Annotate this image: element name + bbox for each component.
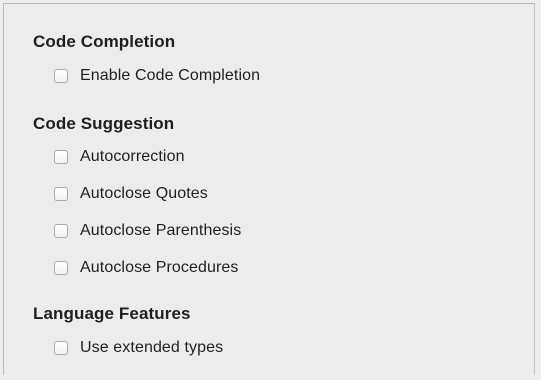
- option-autocorrection[interactable]: Autocorrection: [54, 147, 185, 167]
- option-enable-code-completion[interactable]: Enable Code Completion: [54, 66, 260, 86]
- use-extended-types-checkbox[interactable]: [54, 341, 68, 355]
- preferences-panel: Code Completion Enable Code Completion C…: [3, 3, 535, 375]
- autoclose-procedures-checkbox[interactable]: [54, 261, 68, 275]
- option-label: Autoclose Procedures: [80, 259, 239, 276]
- option-autoclose-procedures[interactable]: Autoclose Procedures: [54, 258, 239, 278]
- autoclose-parenthesis-checkbox[interactable]: [54, 224, 68, 238]
- option-label: Autoclose Parenthesis: [80, 222, 242, 239]
- autoclose-quotes-checkbox[interactable]: [54, 187, 68, 201]
- section-title-language-features: Language Features: [33, 304, 191, 323]
- option-autoclose-quotes[interactable]: Autoclose Quotes: [54, 184, 208, 204]
- section-title-code-suggestion: Code Suggestion: [33, 114, 175, 133]
- section-title-code-completion: Code Completion: [33, 32, 176, 51]
- option-label: Autocorrection: [80, 148, 185, 165]
- option-autoclose-parenthesis[interactable]: Autoclose Parenthesis: [54, 221, 241, 241]
- autocorrection-checkbox[interactable]: [54, 150, 68, 164]
- option-label: Autoclose Quotes: [80, 185, 208, 202]
- option-use-extended-types[interactable]: Use extended types: [54, 338, 223, 358]
- enable-code-completion-checkbox[interactable]: [54, 69, 68, 83]
- option-label: Enable Code Completion: [80, 67, 261, 84]
- option-label: Use extended types: [80, 339, 224, 356]
